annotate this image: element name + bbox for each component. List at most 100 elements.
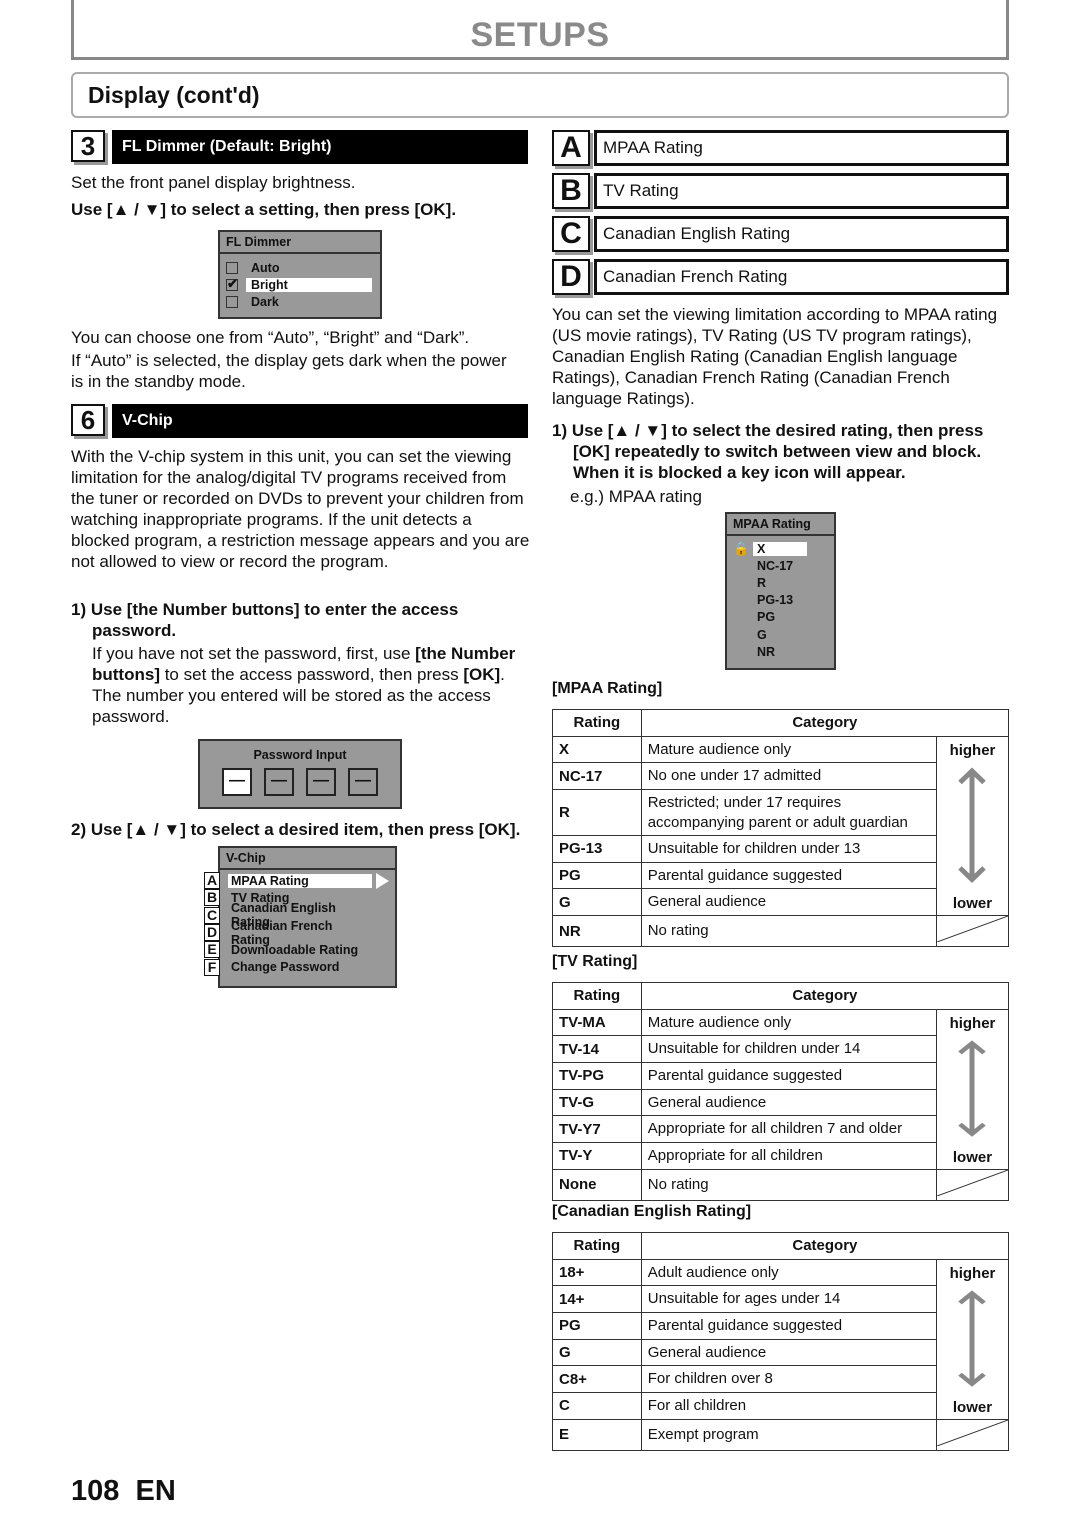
- rating-category: Mature audience only: [640, 735, 937, 764]
- rating-category: No rating: [640, 1168, 937, 1201]
- vchip-heading: V-Chip: [112, 404, 528, 438]
- vchip-menu-item[interactable]: D Canadian French Rating: [204, 919, 389, 947]
- vchip-menu-item[interactable]: F Change Password: [204, 958, 389, 976]
- rating-category: Restricted; under 17 requires accompanyi…: [640, 789, 937, 837]
- fl-option-label: Auto: [251, 260, 280, 275]
- rating-code: G: [552, 888, 642, 917]
- fl-dimmer-instruction: Use [▲ / ▼] to select a setting, then pr…: [71, 200, 457, 219]
- rating-table: Rating Category 18+ Adult audience only high…: [552, 1232, 1010, 1451]
- rating-type-label: TV Rating: [594, 173, 1009, 209]
- menu-letter-badge: D: [204, 924, 220, 942]
- fl-option[interactable]: Dark: [226, 293, 374, 310]
- menu-letter-badge: E: [204, 941, 220, 959]
- page-footer: 108 EN: [71, 1475, 176, 1508]
- section-number-6: 6: [71, 404, 105, 436]
- mpaa-osd-item[interactable]: PG: [733, 609, 834, 626]
- mpaa-osd-label: NC-17: [757, 558, 794, 573]
- rating-category: Adult audience only: [640, 1258, 937, 1287]
- password-digit-2[interactable]: —: [264, 768, 294, 796]
- up-down-arrow-icon: [958, 1290, 986, 1387]
- rating-category: Appropriate for all children: [640, 1142, 937, 1170]
- rating-code: TV-Y: [552, 1142, 642, 1170]
- checkbox-icon[interactable]: [226, 295, 238, 308]
- rating-code: TV-MA: [552, 1008, 642, 1037]
- rating-direction: higher lower: [935, 1258, 1010, 1420]
- vchip-step1-body: If you have not set the password, first,…: [92, 643, 532, 727]
- rating-category: For children over 8: [640, 1365, 937, 1394]
- rating-category: General audience: [640, 888, 937, 917]
- rating-code: 14+: [552, 1285, 642, 1314]
- step1-text: to set the access password, then press: [159, 665, 464, 684]
- password-digit-3[interactable]: —: [306, 768, 336, 796]
- rating-category: Unsuitable for ages under 14: [640, 1285, 937, 1314]
- vchip-menu-item[interactable]: A MPAA Rating: [204, 872, 389, 890]
- rating-code: G: [552, 1338, 642, 1367]
- checkbox-checked-icon[interactable]: ✔: [226, 276, 238, 291]
- vchip-intro: With the V-chip system in this unit, you…: [71, 447, 530, 571]
- table-header-row: Rating Category: [552, 1232, 1010, 1260]
- higher-label: higher: [949, 1014, 996, 1032]
- page-number: 108: [71, 1475, 120, 1507]
- fl-dimmer-note1: You can choose one from “Auto”, “Bright”…: [71, 328, 470, 347]
- menu-letter-badge: F: [204, 958, 220, 976]
- mpaa-osd-title: MPAA Rating: [727, 514, 834, 536]
- col-category: Category: [640, 709, 1010, 737]
- rating-category: No one under 17 admitted: [640, 762, 937, 791]
- subsection-header: Display (cont'd): [71, 72, 1009, 118]
- mpaa-osd-label: NR: [757, 644, 776, 659]
- diagonal-line-icon: [936, 1169, 1009, 1197]
- not-applicable-cell: [935, 1168, 1010, 1201]
- menu-letter-badge: B: [204, 889, 220, 907]
- rating-letter-b: B: [552, 173, 590, 209]
- vchip-menu-label: Change Password: [231, 960, 340, 975]
- fl-dimmer-note2: If “Auto” is selected, the display gets …: [71, 351, 507, 391]
- table-row: NR No rating: [552, 915, 1010, 948]
- fl-option[interactable]: ✔ Bright: [226, 276, 374, 293]
- rating-letter-a: A: [552, 130, 590, 166]
- mpaa-osd-label: PG: [757, 610, 776, 625]
- up-down-arrow-icon: [958, 1040, 986, 1137]
- col-rating: Rating: [552, 709, 642, 737]
- mpaa-osd-item[interactable]: NC-17: [733, 557, 834, 574]
- password-digit-4[interactable]: —: [348, 768, 378, 796]
- section-number-3: 3: [71, 130, 105, 162]
- checkbox-icon[interactable]: [226, 261, 238, 274]
- rating-table-title: [TV Rating]: [552, 953, 638, 970]
- rating-table: Rating Category X Mature audience only highe…: [552, 709, 1010, 948]
- rating-code: TV-14: [552, 1035, 642, 1064]
- password-digit-1[interactable]: —: [222, 768, 252, 796]
- not-applicable-cell: [935, 1418, 1010, 1451]
- lower-label: lower: [952, 895, 993, 913]
- rating-table-title: [Canadian English Rating]: [552, 1203, 752, 1220]
- vchip-menu-title: V-Chip: [220, 848, 395, 870]
- fl-option-label: Bright: [246, 277, 372, 292]
- rating-type-label: Canadian French Rating: [594, 259, 1009, 295]
- menu-letter-badge: C: [204, 906, 220, 924]
- table-row: 18+ Adult audience only higher lower: [552, 1258, 1010, 1420]
- mpaa-osd-label: X: [753, 541, 807, 556]
- mpaa-osd-item[interactable]: PG-13: [733, 592, 834, 609]
- vchip-menu-label: MPAA Rating: [228, 873, 372, 888]
- rating-step1: 1) Use [▲ / ▼] to select the desired rat…: [552, 421, 984, 482]
- step1-ok-ref: [OK]: [463, 665, 501, 684]
- mpaa-osd-item[interactable]: NR: [733, 643, 834, 660]
- mpaa-osd-item[interactable]: R: [733, 574, 834, 591]
- mpaa-osd-label: G: [757, 627, 767, 642]
- lock-icon: 🔒: [733, 540, 750, 556]
- mpaa-osd-item[interactable]: G: [733, 626, 834, 643]
- table-row: None No rating: [552, 1168, 1010, 1201]
- table-header-row: Rating Category: [552, 982, 1010, 1010]
- subsection-title: Display (cont'd): [88, 82, 260, 108]
- not-applicable-cell: [935, 915, 1010, 948]
- vchip-menu-item[interactable]: E Downloadable Rating: [204, 941, 389, 959]
- step1-text: If you have not set the password, first,…: [92, 644, 416, 663]
- rating-table-title: [MPAA Rating]: [552, 680, 663, 697]
- rating-code: PG: [552, 861, 642, 890]
- fl-dimmer-osd: FL Dimmer Auto ✔ Bright Dark: [218, 230, 382, 319]
- mpaa-osd-item[interactable]: 🔒 X: [733, 540, 834, 557]
- higher-label: higher: [949, 1264, 996, 1282]
- rating-category: Unsuitable for children under 13: [640, 835, 937, 863]
- fl-option[interactable]: Auto: [226, 259, 374, 276]
- rating-code: TV-PG: [552, 1062, 642, 1090]
- rating-code: C8+: [552, 1365, 642, 1394]
